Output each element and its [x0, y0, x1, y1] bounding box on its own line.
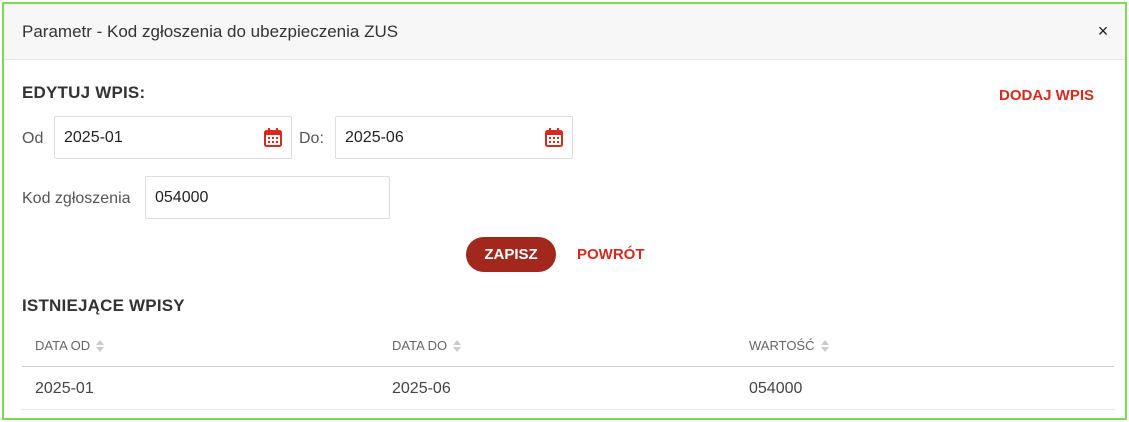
cell-date-to: 2025-06 — [392, 380, 451, 397]
to-date-input[interactable] — [336, 117, 572, 158]
add-entry-link[interactable]: DODAJ WPIS — [999, 87, 1094, 104]
table-row[interactable]: 2025-01 2025-06 054000 — [22, 367, 1114, 410]
from-date-input[interactable] — [55, 117, 291, 158]
code-field — [145, 176, 390, 219]
cell-date-from: 2025-01 — [35, 380, 94, 397]
sort-icon — [820, 339, 829, 352]
calendar-icon[interactable] — [545, 128, 563, 147]
code-input[interactable] — [146, 177, 389, 218]
sort-icon — [96, 339, 105, 352]
column-header-date-to[interactable]: DATA DO — [392, 338, 462, 353]
to-label: Do: — [299, 130, 324, 147]
column-header-value[interactable]: WARTOŚĆ — [749, 338, 830, 353]
from-date-field — [54, 116, 292, 159]
table-header: DATA OD DATA DO WARTOŚĆ — [22, 326, 1114, 367]
back-link[interactable]: POWRÓT — [577, 246, 645, 263]
calendar-icon[interactable] — [264, 128, 282, 147]
to-date-field — [335, 116, 573, 159]
column-header-label: WARTOŚĆ — [749, 338, 815, 353]
dialog: Parametr - Kod zgłoszenia do ubezpieczen… — [2, 2, 1127, 420]
sort-icon — [453, 339, 462, 352]
edit-heading: EDYTUJ WPIS: — [22, 83, 146, 102]
column-header-label: DATA DO — [392, 338, 448, 353]
dialog-title: Parametr - Kod zgłoszenia do ubezpieczen… — [22, 21, 399, 41]
existing-heading: ISTNIEJĄCE WPISY — [22, 296, 185, 315]
entries-table: DATA OD DATA DO WARTOŚĆ 2025-01 2025-06 — [22, 326, 1114, 410]
from-label: Od — [22, 130, 44, 147]
save-button[interactable]: ZAPISZ — [466, 237, 556, 272]
column-header-label: DATA OD — [35, 338, 91, 353]
close-button[interactable]: × — [1093, 20, 1113, 42]
cell-value: 054000 — [749, 380, 803, 397]
dialog-header: Parametr - Kod zgłoszenia do ubezpieczen… — [4, 4, 1125, 60]
column-header-date-from[interactable]: DATA OD — [35, 338, 105, 353]
code-label: Kod zgłoszenia — [22, 190, 131, 207]
